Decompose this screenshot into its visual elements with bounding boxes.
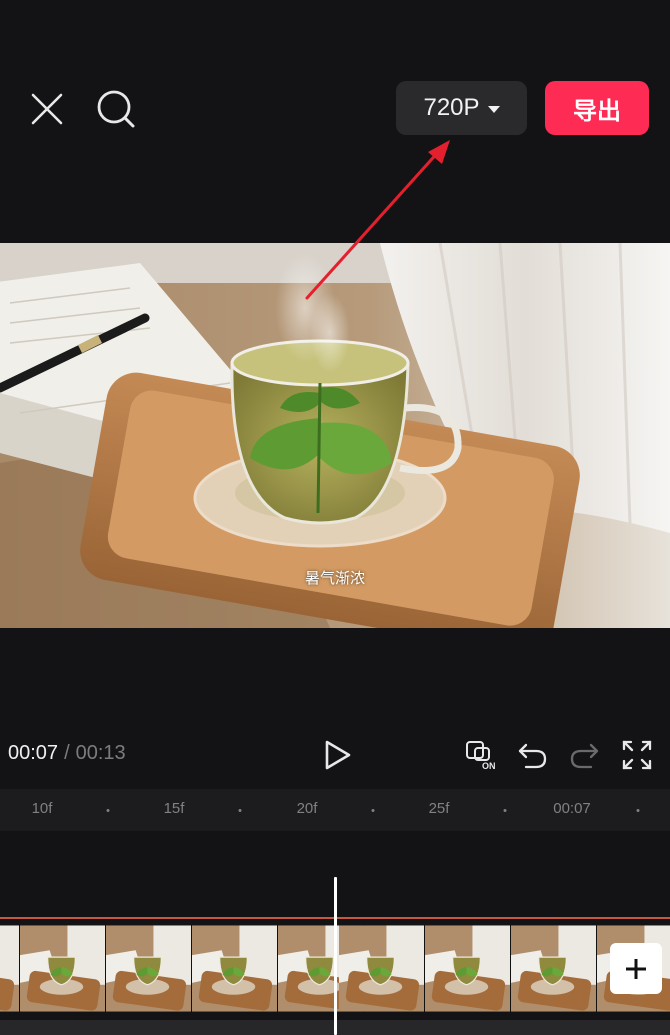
playhead[interactable]: [334, 877, 337, 1035]
search-icon[interactable]: [95, 88, 137, 130]
clip-thumbnail: [192, 925, 278, 1012]
clip-thumbnail: [425, 925, 511, 1012]
ruler-dot: [636, 809, 640, 812]
ruler-tick: 25f: [428, 800, 450, 817]
ruler-tick: 20f: [296, 800, 318, 817]
clip-thumbnail: [339, 925, 425, 1012]
video-preview[interactable]: 暑气渐浓: [0, 243, 670, 628]
ruler-tick: 10f: [31, 800, 53, 817]
timeline-ruler[interactable]: 10f 15f 20f 25f 00:07: [0, 789, 670, 831]
clip-thumbnail: [0, 925, 20, 1012]
clip-thumbnail: [20, 925, 106, 1012]
resolution-dropdown[interactable]: 720P: [396, 81, 527, 135]
plus-icon: [626, 958, 646, 979]
export-button[interactable]: 导出: [545, 81, 649, 135]
ruler-dot: [371, 809, 375, 812]
video-caption: 暑气渐浓: [304, 570, 365, 587]
resolution-label: 720P: [423, 94, 480, 121]
time-separator: /: [64, 742, 70, 764]
current-time: 00:07: [8, 742, 59, 764]
svg-text:ON: ON: [482, 761, 496, 771]
time-display: 00:07/00:13: [8, 742, 126, 765]
undo-icon[interactable]: [516, 738, 550, 772]
ruler-dot: [238, 809, 242, 812]
smart-on-icon[interactable]: ON: [465, 738, 499, 772]
close-icon[interactable]: [28, 90, 66, 128]
ruler-tick: 00:07: [553, 800, 591, 817]
total-time: 00:13: [75, 742, 126, 764]
clip-thumbnail: [106, 925, 192, 1012]
ruler-tick: 15f: [163, 800, 185, 817]
add-clip-button[interactable]: [610, 943, 662, 994]
caret-down-icon: [487, 105, 500, 113]
redo-icon[interactable]: [567, 738, 601, 772]
fullscreen-icon[interactable]: [620, 738, 654, 772]
ruler-dot: [503, 809, 507, 812]
play-icon[interactable]: [322, 738, 354, 772]
ruler-dot: [106, 809, 110, 812]
clip-thumbnail: [511, 925, 597, 1012]
export-label: 导出: [573, 97, 621, 125]
